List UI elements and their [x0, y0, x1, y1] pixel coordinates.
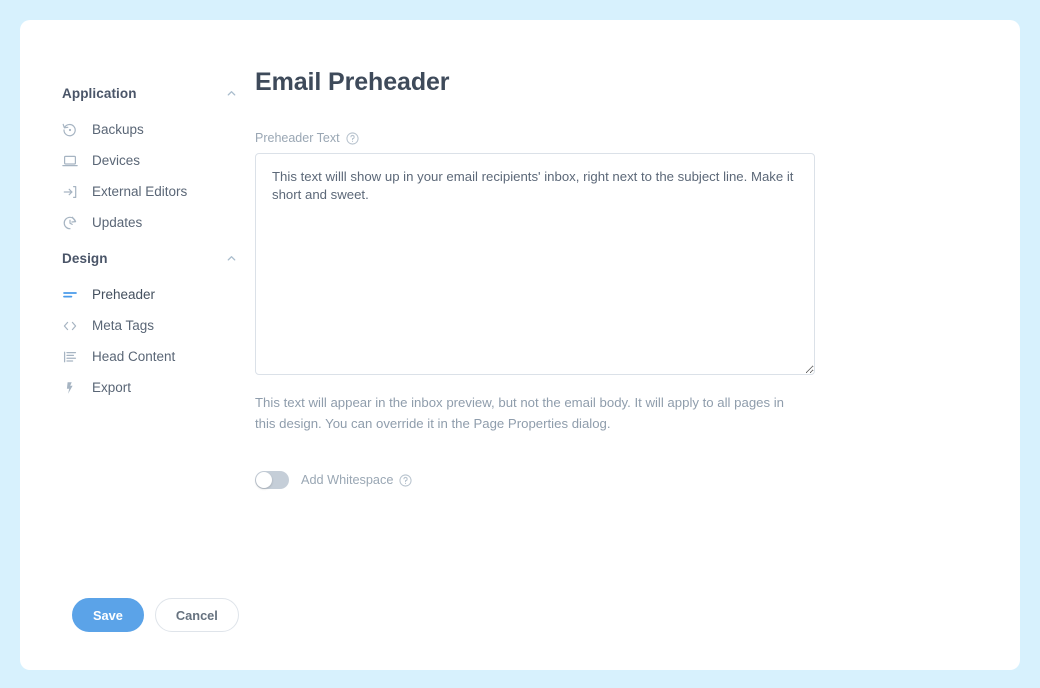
preheader-text-input[interactable] — [255, 153, 815, 375]
sidebar-item-backups[interactable]: Backups — [20, 114, 255, 145]
settings-sidebar: Application Backups Devices External Edi… — [20, 20, 255, 403]
export-bolt-icon — [66, 381, 73, 394]
sidebar-section-title: Design — [62, 250, 108, 266]
sidebar-item-label: Preheader — [92, 287, 156, 302]
laptop-icon — [62, 155, 78, 166]
toggle-knob — [256, 472, 272, 488]
save-button[interactable]: Save — [72, 598, 144, 632]
chevron-up-icon — [227, 255, 236, 261]
sidebar-item-head-content[interactable]: Head Content — [20, 341, 255, 372]
add-whitespace-toggle[interactable] — [255, 471, 289, 489]
sidebar-item-meta-tags[interactable]: Meta Tags — [20, 310, 255, 341]
sidebar-item-external-editors[interactable]: External Editors — [20, 176, 255, 207]
sidebar-item-devices[interactable]: Devices — [20, 145, 255, 176]
sidebar-section-design[interactable]: Design — [20, 243, 255, 273]
sidebar-item-label: Meta Tags — [92, 318, 155, 333]
chevron-up-icon — [227, 90, 236, 96]
preheader-helper-text: This text will appear in the inbox previ… — [255, 395, 785, 431]
preheader-text-label: Preheader Text — [255, 131, 340, 145]
main-content: Email Preheader Preheader Text This text… — [255, 20, 1020, 489]
sidebar-item-label: Export — [92, 380, 132, 395]
preheader-lines-icon — [63, 291, 77, 297]
clock-refresh-icon — [63, 216, 77, 229]
sidebar-section-title: Application — [62, 85, 137, 101]
settings-card: Application Backups Devices External Edi… — [20, 20, 1020, 670]
cancel-button[interactable]: Cancel — [154, 598, 239, 632]
text-lines-icon — [63, 351, 77, 362]
question-circle-icon[interactable] — [345, 131, 359, 145]
question-circle-icon[interactable] — [399, 473, 412, 487]
sidebar-item-label: External Editors — [92, 184, 188, 199]
code-brackets-icon — [63, 321, 77, 330]
sidebar-item-label: Devices — [92, 153, 141, 168]
sidebar-item-preheader[interactable]: Preheader — [20, 279, 255, 310]
add-whitespace-row: Add Whitespace — [255, 471, 980, 489]
page-title: Email Preheader — [255, 68, 450, 96]
sidebar-item-updates[interactable]: Updates — [20, 207, 255, 238]
sidebar-item-label: Updates — [92, 215, 143, 230]
sidebar-item-label: Backups — [92, 122, 144, 137]
preheader-text-label-row: Preheader Text — [255, 131, 980, 145]
form-actions: Save Cancel — [72, 598, 239, 632]
arrow-into-box-icon — [63, 185, 77, 198]
sidebar-item-label: Head Content — [92, 349, 176, 364]
restore-clock-icon — [62, 123, 76, 136]
sidebar-section-application[interactable]: Application — [20, 78, 255, 108]
sidebar-item-export[interactable]: Export — [20, 372, 255, 403]
add-whitespace-label: Add Whitespace — [301, 473, 394, 487]
